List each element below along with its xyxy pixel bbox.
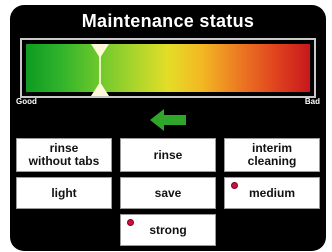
left-arrow-icon [150, 109, 186, 131]
light-label: light [51, 185, 77, 200]
rinse-button[interactable]: rinse [120, 138, 216, 172]
rinse-without-tabs-button[interactable]: rinse without tabs [16, 138, 112, 172]
page-title: Maintenance status [81, 11, 255, 31]
selected-indicator-dot [231, 182, 238, 189]
maintenance-screen: Maintenance status Good Bad rinse withou… [10, 5, 326, 251]
save-button[interactable]: save [120, 177, 216, 209]
scale-label-good: Good [16, 97, 37, 106]
gauge-gradient-bar [26, 44, 310, 92]
medium-label: medium [248, 185, 295, 200]
rinse-label: rinse [153, 147, 183, 162]
interim-cleaning-label: interim cleaning [247, 141, 297, 168]
interim-cleaning-button[interactable]: interim cleaning [224, 138, 320, 172]
light-button[interactable]: light [16, 177, 112, 209]
selected-indicator-dot [127, 219, 134, 226]
scale-label-bad: Bad [304, 97, 320, 106]
strong-button[interactable]: strong [120, 214, 216, 246]
maintenance-gauge [20, 38, 316, 98]
save-label: save [154, 185, 182, 200]
strong-label: strong [149, 222, 187, 237]
rinse-without-tabs-label: rinse without tabs [28, 141, 100, 168]
medium-button[interactable]: medium [224, 177, 320, 209]
